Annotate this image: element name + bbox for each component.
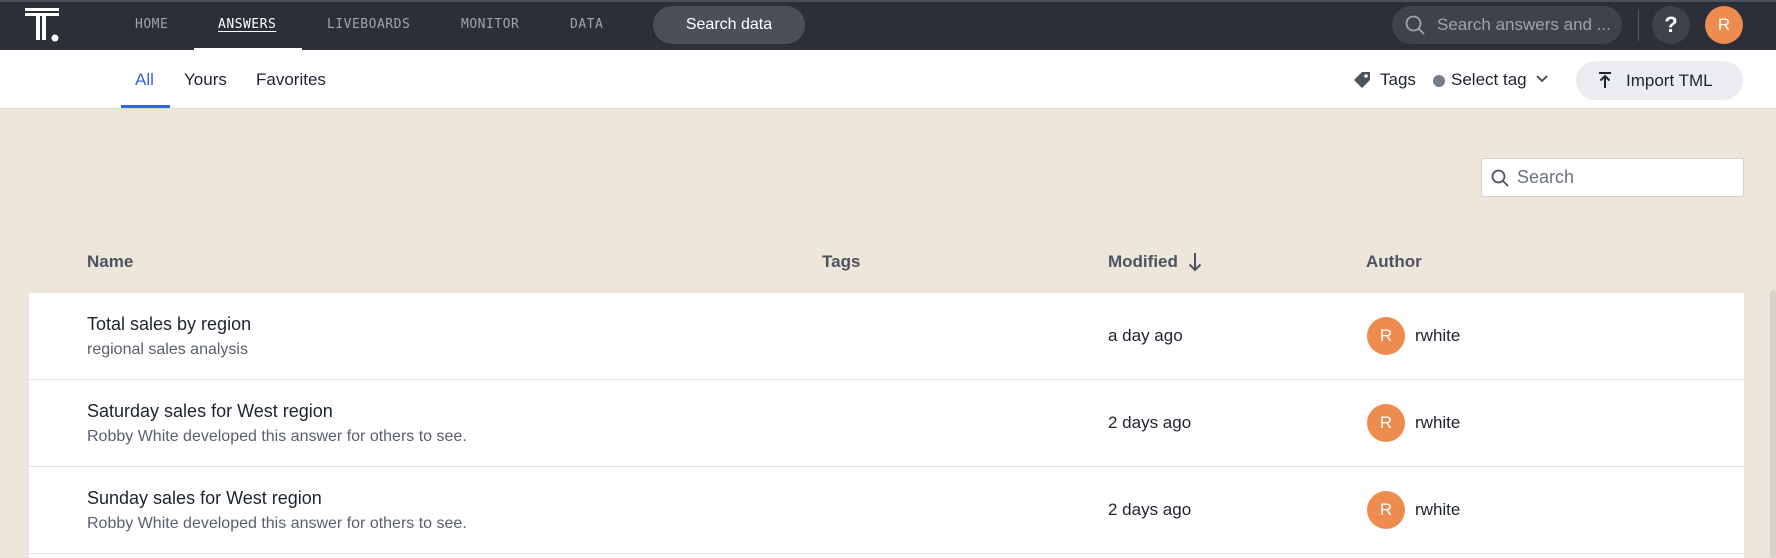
column-header-tags[interactable]: Tags — [822, 252, 860, 272]
answer-title[interactable]: Saturday sales for West region — [87, 401, 333, 422]
nav-data[interactable]: DATA — [570, 2, 603, 50]
author-name: rwhite — [1415, 326, 1461, 345]
column-header-name[interactable]: Name — [87, 252, 133, 272]
column-header-modified[interactable]: Modified — [1108, 252, 1178, 272]
import-tml-button[interactable]: Import TML — [1576, 61, 1743, 100]
table-row[interactable]: Sunday sales for West region Robby White… — [29, 467, 1744, 554]
nav-answers[interactable]: ANSWERS — [218, 2, 276, 50]
tab-active-indicator — [121, 105, 170, 108]
list-search-placeholder: Search — [1517, 167, 1575, 187]
top-navigation-bar: HOME ANSWERS LIVEBOARDS MONITOR DATA Sea… — [0, 0, 1776, 51]
help-button[interactable]: ? — [1652, 6, 1690, 44]
tab-all[interactable]: All — [135, 50, 154, 108]
tag-color-dot — [1433, 75, 1445, 87]
answers-subnav: All Yours Favorites Tags Select tag Impo… — [0, 50, 1776, 109]
nav-home[interactable]: HOME — [135, 2, 168, 50]
table-row[interactable]: Saturday sales for West region Robby Whi… — [29, 380, 1744, 467]
answers-table: Total sales by region regional sales ana… — [29, 293, 1744, 558]
table-row[interactable]: Total sales by region regional sales ana… — [29, 293, 1744, 380]
answer-title[interactable]: Total sales by region — [87, 314, 251, 335]
global-search-input[interactable]: Search answers and ... — [1392, 6, 1622, 44]
author-avatar: R — [1367, 404, 1405, 442]
author-name: rwhite — [1415, 413, 1461, 432]
tag-icon — [1354, 72, 1370, 88]
thoughtspot-logo[interactable] — [22, 6, 62, 44]
select-tag-label: Select tag — [1451, 70, 1527, 89]
answer-title[interactable]: Sunday sales for West region — [87, 488, 322, 509]
column-header-author[interactable]: Author — [1366, 252, 1422, 272]
global-search-placeholder: Search answers and ... — [1437, 15, 1611, 34]
sort-descending-icon[interactable] — [1187, 251, 1203, 273]
scrollbar[interactable] — [1770, 290, 1776, 558]
search-icon — [1491, 169, 1509, 187]
tab-favorites[interactable]: Favorites — [256, 50, 326, 108]
author-avatar: R — [1367, 317, 1405, 355]
user-avatar[interactable]: R — [1705, 6, 1743, 44]
modified-time: 2 days ago — [1108, 500, 1192, 519]
chevron-down-icon — [1535, 75, 1548, 83]
select-tag-dropdown[interactable]: Select tag — [1433, 68, 1549, 92]
answer-description: Robby White developed this answer for ot… — [87, 515, 467, 532]
author-name: rwhite — [1415, 500, 1461, 519]
upload-icon — [1599, 72, 1611, 88]
tags-filter-label[interactable]: Tags — [1352, 68, 1416, 92]
nav-divider — [1638, 9, 1639, 41]
answer-description: Robby White developed this answer for ot… — [87, 428, 467, 445]
tab-yours[interactable]: Yours — [184, 50, 227, 108]
author-avatar: R — [1367, 491, 1405, 529]
modified-time: a day ago — [1108, 326, 1183, 345]
search-data-button[interactable]: Search data — [653, 6, 805, 44]
answer-description: regional sales analysis — [87, 341, 248, 358]
search-icon — [1405, 15, 1425, 35]
modified-time: 2 days ago — [1108, 413, 1192, 432]
list-search-input[interactable]: Search — [1481, 158, 1744, 197]
tags-label-text: Tags — [1380, 70, 1416, 89]
import-tml-label: Import TML — [1626, 71, 1713, 90]
nav-liveboards[interactable]: LIVEBOARDS — [327, 2, 410, 50]
nav-monitor[interactable]: MONITOR — [461, 2, 519, 50]
